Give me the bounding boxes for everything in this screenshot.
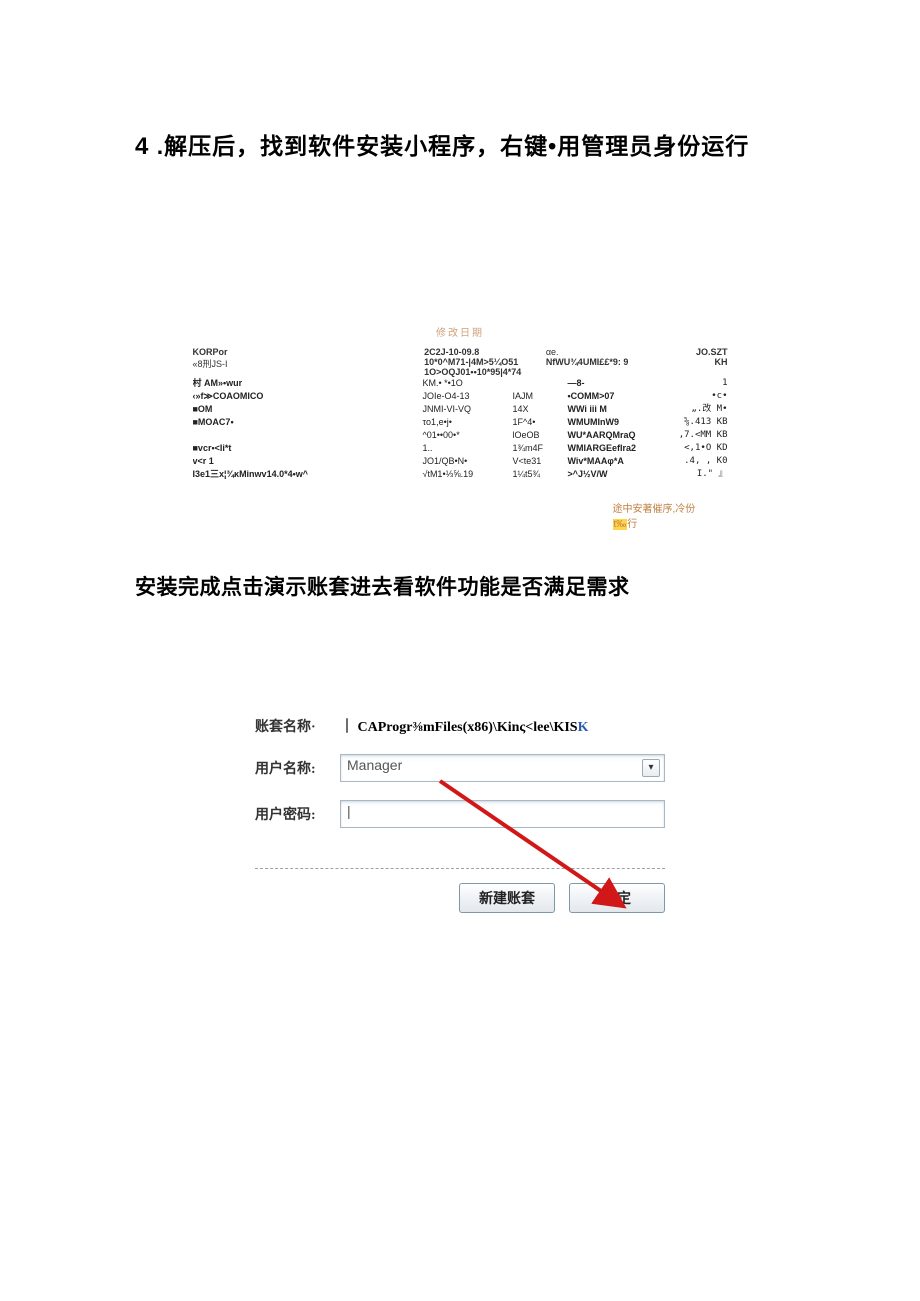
- file-cell: „.改 M•: [668, 403, 728, 416]
- file-cell: 村 AM»•wur: [193, 377, 423, 390]
- callout-highlight: t‰: [613, 519, 628, 530]
- file-cell: ■OM: [193, 403, 423, 416]
- hdr-mid-3: 1O>OQJ01••10*95|4*74: [424, 367, 544, 377]
- path-prefix: CAProgr⅜mFiles(x86)\Kinς<lee\KIS: [358, 720, 578, 735]
- file-row[interactable]: ‹»f≫COAOMICOJOIe-O4-13IAJM•COMM>07•c•: [193, 390, 728, 403]
- file-cell: 1..: [423, 442, 513, 455]
- button-row: 新建账套 确定: [255, 883, 665, 913]
- login-dialog: 账套名称· ｜ CAProgr⅜mFiles(x86)\Kinς<lee\KIS…: [255, 716, 665, 913]
- callout-line1: 途中安著催序,冷份: [613, 504, 696, 515]
- username-row: 用户名称: Manager ▾: [255, 754, 665, 782]
- file-cell: lOeOB: [513, 429, 568, 442]
- file-cell: V<te31: [513, 455, 568, 468]
- username-value: Manager: [347, 757, 402, 773]
- file-cell: •COMM>07: [568, 390, 668, 403]
- panel-title: 修改日期: [193, 324, 728, 339]
- account-label: 账套名称·: [255, 716, 340, 736]
- file-cell: ,7.<MM KB: [668, 429, 728, 442]
- file-row[interactable]: 村 AM»•wurKM.• *•1O —8-1: [193, 377, 728, 390]
- file-row[interactable]: ■OMJNMI-VI-VQ14XWWi iii M„.改 M•: [193, 403, 728, 416]
- file-row[interactable]: ^01••00•*lOeOBWU*AARQMraQ,7.<MM KB: [193, 429, 728, 442]
- chevron-down-icon[interactable]: ▾: [642, 759, 660, 777]
- file-cell: WMUMInW9: [568, 416, 668, 429]
- file-row[interactable]: I3e1三x¦¾κMinwv14.0*4•w^√tM1•⅓⅝.191¼t5¾>^…: [193, 468, 728, 481]
- section-heading: 安装完成点击演示账套进去看软件功能是否满足需求: [135, 571, 785, 601]
- step-heading: 4 .解压后，找到软件安装小程序，右键•用管理员身份运行: [135, 130, 785, 164]
- hdr-r1: αe.: [546, 347, 656, 357]
- annotation-callout: 途中安著催序,冷份 t‰行: [613, 502, 733, 532]
- file-cell: √tM1•⅓⅝.19: [423, 468, 513, 481]
- file-cell: WMIARGEefIra2: [568, 442, 668, 455]
- hdr-mid-2: 10*0^M71-|4M>5¼O51: [424, 357, 544, 367]
- file-cell: WU*AARQMraQ: [568, 429, 668, 442]
- divider: [255, 868, 665, 869]
- file-cell: <,1•O KD: [668, 442, 728, 455]
- file-row[interactable]: ■MOAC7•τo1,e•j•1F^4•WMUMInW9⅝.413 KB: [193, 416, 728, 429]
- file-row[interactable]: ■vcr•<Ii*t1..1¾m4FWMIARGEefIra2<,1•O KD: [193, 442, 728, 455]
- username-label: 用户名称:: [255, 758, 340, 778]
- hdr-left-1: KORPor: [193, 347, 423, 357]
- panel-header-row: KORPor «8刑JS-I 2C2J-10-09.8 10*0^M71-|4M…: [193, 347, 728, 377]
- file-cell: WWi iii M: [568, 403, 668, 416]
- file-cell: v<r 1: [193, 455, 423, 468]
- file-cell: 1¼t5¾: [513, 468, 568, 481]
- file-listing-panel: 修改日期 KORPor «8刑JS-I 2C2J-10-09.8 10*0^M7…: [193, 324, 728, 481]
- hdr-left-2: «8刑JS-I: [193, 357, 423, 370]
- file-cell: ^01••00•*: [423, 429, 513, 442]
- file-cell: 1F^4•: [513, 416, 568, 429]
- path-sep: ｜: [340, 720, 354, 735]
- file-cell: KM.• *•1O: [423, 377, 513, 390]
- file-cell: I." 』: [668, 468, 728, 481]
- file-cell: .4, , K0: [668, 455, 728, 468]
- file-cell: >^J½V/W: [568, 468, 668, 481]
- account-row: 账套名称· ｜ CAProgr⅜mFiles(x86)\Kinς<lee\KIS…: [255, 716, 665, 736]
- file-cell: 1¾m4F: [513, 442, 568, 455]
- file-cell: [193, 429, 423, 442]
- file-row[interactable]: v<r 1JO1/QB•N•V<te31Wiv*MAAφ*A.4, , K0: [193, 455, 728, 468]
- new-account-button[interactable]: 新建账套: [459, 883, 555, 913]
- file-cell: IAJM: [513, 390, 568, 403]
- file-cell: Wiv*MAAφ*A: [568, 455, 668, 468]
- callout-rest: 行: [627, 519, 637, 530]
- file-cell: τo1,e•j•: [423, 416, 513, 429]
- file-cell: ■MOAC7•: [193, 416, 423, 429]
- hdr-r2: NfWU¾4UMI££*9: 9: [546, 357, 656, 367]
- ok-button[interactable]: 确定: [569, 883, 665, 913]
- hdr-r3: JO.SZT: [657, 347, 727, 357]
- password-row: 用户密码: |: [255, 800, 665, 828]
- file-cell: 1: [668, 377, 728, 390]
- file-cell: ■vcr•<Ii*t: [193, 442, 423, 455]
- password-input[interactable]: |: [340, 800, 665, 828]
- password-label: 用户密码:: [255, 804, 340, 824]
- password-value: |: [347, 803, 351, 819]
- username-input[interactable]: Manager ▾: [340, 754, 665, 782]
- file-cell: ⅝.413 KB: [668, 416, 728, 429]
- file-cell: JOIe-O4-13: [423, 390, 513, 403]
- file-cell: [513, 377, 568, 390]
- file-cell: •c•: [668, 390, 728, 403]
- path-suffix: K: [578, 720, 589, 735]
- step-number: 4: [135, 133, 149, 160]
- file-cell: 14X: [513, 403, 568, 416]
- file-cell: ‹»f≫COAOMICO: [193, 390, 423, 403]
- file-cell: JO1/QB•N•: [423, 455, 513, 468]
- step-text: .解压后，找到软件安装小程序，右键•用管理员身份运行: [149, 133, 749, 159]
- hdr-mid-1: 2C2J-10-09.8: [424, 347, 544, 357]
- hdr-r4: KH: [657, 357, 727, 367]
- file-cell: JNMI-VI-VQ: [423, 403, 513, 416]
- file-cell: I3e1三x¦¾κMinwv14.0*4•w^: [193, 468, 423, 481]
- file-cell: —8-: [568, 377, 668, 390]
- account-path: ｜ CAProgr⅜mFiles(x86)\Kinς<lee\KISK: [340, 716, 589, 736]
